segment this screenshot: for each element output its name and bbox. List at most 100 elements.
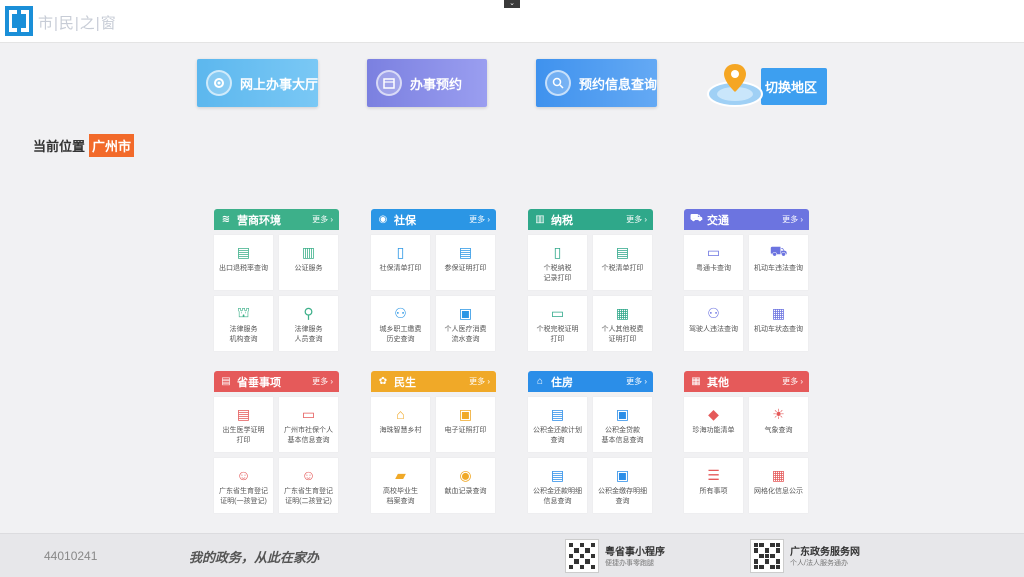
panel-grid: ▯ 社保清单打印 ▤ 参保证明打印 ⚇ 城乡职工缴费 历史查询 ▣ 个人医疗消费 流水查询	[371, 235, 496, 351]
service-tile[interactable]: ▤ 个税清单打印	[593, 235, 652, 290]
mini-program-qr-icon[interactable]	[565, 539, 599, 573]
logo-icon	[5, 6, 33, 36]
more-link[interactable]: 更多 ›	[626, 214, 647, 225]
service-tile[interactable]: ▣ 公积金缴存明细 查询	[593, 458, 652, 513]
collapse-toggle[interactable]: ⌄	[504, 0, 520, 8]
service-tile[interactable]: ☀ 气象查询	[749, 397, 808, 452]
more-link[interactable]: 更多 ›	[312, 214, 333, 225]
service-tile-label: 出口退税率查询	[219, 265, 268, 272]
service-tile[interactable]: ▯ 社保清单打印	[371, 235, 430, 290]
service-tile[interactable]: ▦ 机动车状态查询	[749, 296, 808, 351]
service-tile[interactable]: ⛟ 机动车违法查询	[749, 235, 808, 290]
service-tile[interactable]: ▭ 广州市社保个人 基本信息查询	[279, 397, 338, 452]
service-tile[interactable]: ☺ 广东省生育登记 证明(一孩登记)	[214, 458, 273, 513]
switch-area-label: 切换地区	[764, 80, 817, 95]
vehicle-icon: ⛟	[769, 242, 788, 259]
service-tile-label: 社保清单打印	[379, 265, 422, 272]
service-tile-label: 城乡职工缴费 历史查询	[379, 326, 422, 343]
document-icon: ▯	[553, 243, 562, 260]
baby-icon: ☺	[301, 467, 316, 483]
layers-icon: ≋	[221, 214, 231, 225]
more-link[interactable]: 更多 ›	[782, 376, 803, 387]
service-tile-label: 公积金缴存明细 查询	[598, 488, 647, 505]
panel-grid: ▤ 出口退税率查询 ▥ 公证服务 ⛫ 法律服务 机构查询 ⚲ 法律服务 人员查询	[214, 235, 339, 351]
appointment-button[interactable]: 办事预约	[367, 59, 487, 107]
blood-drop-icon: ◉	[459, 466, 472, 483]
id-card-icon: ▭	[301, 405, 316, 422]
e-license-icon: ▣	[458, 405, 473, 422]
service-tile[interactable]: ▯ 个税纳税 记录打印	[528, 235, 587, 290]
house-icon: ⌂	[536, 376, 544, 387]
social-security-icon: ◉	[378, 214, 388, 225]
service-tile-label: 参保证明打印	[444, 265, 487, 272]
service-tile[interactable]: ▤ 出生医学证明 打印	[214, 397, 273, 452]
service-tile[interactable]: ▣ 电子证照打印	[436, 397, 495, 452]
service-tile-label: 机动车违法查询	[754, 265, 803, 272]
panel-grid: ▯ 个税纳税 记录打印 ▤ 个税清单打印 ▭ 个税完税证明 打印 ▦ 个人其他税费 证明打印	[528, 235, 653, 351]
service-tile[interactable]: ⚲ 法律服务 人员查询	[279, 296, 338, 351]
service-tile[interactable]: ⚇ 城乡职工缴费 历史查询	[371, 296, 430, 351]
panel-header: ⌂ 住房 更多 ›	[528, 371, 653, 392]
service-tile[interactable]: ▣ 公积金贷款 基本信息查询	[593, 397, 652, 452]
service-tile[interactable]: ▤ 公积金还款明细 信息查询	[528, 458, 587, 513]
appointment-label: 办事预约	[410, 76, 463, 92]
document-list-icon: ▤	[221, 376, 231, 387]
service-tile[interactable]: ▦ 个人其他税费 证明打印	[593, 296, 652, 351]
service-tile[interactable]: ◉ 献血记录查询	[436, 458, 495, 513]
tax-certificate-icon: ▭	[550, 304, 565, 321]
panel-grid: ▭ 粤通卡查询 ⛟ 机动车违法查询 ⚇ 驾驶人违法查询 ▦ 机动车状态查询	[684, 235, 809, 351]
more-link[interactable]: 更多 ›	[782, 214, 803, 225]
panel-header: ⛟ 交通 更多 ›	[684, 209, 809, 230]
mini-program-title[interactable]: 粤省事小程序	[605, 543, 665, 558]
service-tile[interactable]: ◆ 珍海功能清单	[684, 397, 743, 452]
appointment-query-button[interactable]: 预约信息查询	[536, 59, 657, 107]
fund-deposit-icon: ▣	[615, 466, 630, 483]
current-city-badge[interactable]: 广州市	[89, 134, 135, 157]
service-tile[interactable]: ⚇ 驾驶人违法查询	[684, 296, 743, 351]
portal-qr-icon[interactable]	[750, 539, 784, 573]
service-tile[interactable]: ⛫ 法律服务 机构查询	[214, 296, 273, 351]
tax-search-icon: ▤	[236, 243, 251, 260]
list-doc-icon: ▤	[615, 243, 630, 260]
service-tile[interactable]: ⌂ 海珠智慧乡村	[371, 397, 430, 452]
portal-title[interactable]: 广东政务服务网	[790, 543, 860, 558]
driver-icon: ⚇	[707, 304, 720, 321]
grid-info-icon: ▦	[771, 466, 786, 483]
service-tile[interactable]: ☰ 所有事项	[684, 458, 743, 513]
users-icon: ⚇	[394, 304, 407, 321]
appointment-query-label: 预约信息查询	[579, 76, 658, 92]
service-tile[interactable]: ▭ 粤通卡查询	[684, 235, 743, 290]
car-icon: ⛟	[690, 213, 703, 224]
map-pin-icon	[707, 64, 763, 107]
service-tile-label: 出生医学证明 打印	[222, 427, 265, 444]
online-hall-button[interactable]: 网上办事大厅	[197, 59, 318, 107]
service-tile[interactable]: ☺ 广东省生育登记 证明(二孩登记)	[279, 458, 338, 513]
switch-area-button[interactable]: 切换地区	[761, 68, 827, 105]
baby-icon: ☺	[236, 467, 251, 483]
panel-grid: ▤ 公积金还款计划 查询 ▣ 公积金贷款 基本信息查询 ▤ 公积金还款明细 信息查询 ▣ 公积…	[528, 397, 653, 513]
panel-0: ≋ 营商环境 更多 › ▤ 出口退税率查询 ▥ 公证服务 ⛫ 法律服务 机构查询 ⚲ 法律服务 人员…	[214, 209, 339, 351]
service-tile[interactable]: ▣ 个人医疗消费 流水查询	[436, 296, 495, 351]
site-code: 44010241	[44, 549, 98, 563]
more-link[interactable]: 更多 ›	[626, 376, 647, 387]
service-tile[interactable]: ▭ 个税完税证明 打印	[528, 296, 587, 351]
service-tile[interactable]: ▥ 公证服务	[279, 235, 338, 290]
fund-plan-icon: ▤	[550, 405, 565, 422]
panel-4: ▤ 省垂事项 更多 › ▤ 出生医学证明 打印 ▭ 广州市社保个人 基本信息查询 ☺ 广东省生育…	[214, 371, 339, 513]
panel-header: ≋ 营商环境 更多 ›	[214, 209, 339, 230]
panel-title: 住房	[551, 376, 573, 389]
more-link[interactable]: 更多 ›	[469, 376, 490, 387]
service-tile[interactable]: ▤ 出口退税率查询	[214, 235, 273, 290]
service-tile-label: 个税完税证明 打印	[536, 326, 579, 343]
service-tile[interactable]: ▦ 网格化信息公示	[749, 458, 808, 513]
panel-header: ▤ 省垂事项 更多 ›	[214, 371, 339, 392]
service-tile[interactable]: ▤ 公积金还款计划 查询	[528, 397, 587, 452]
panel-grid: ▤ 出生医学证明 打印 ▭ 广州市社保个人 基本信息查询 ☺ 广东省生育登记 证明(一孩登…	[214, 397, 339, 513]
service-tile-label: 广州市社保个人 基本信息查询	[284, 427, 333, 444]
more-link[interactable]: 更多 ›	[469, 214, 490, 225]
more-link[interactable]: 更多 ›	[312, 376, 333, 387]
service-tile[interactable]: ▤ 参保证明打印	[436, 235, 495, 290]
service-tile-label: 个人其他税费 证明打印	[601, 326, 644, 343]
service-tile[interactable]: ▰ 高校毕业生 档案查询	[371, 458, 430, 513]
panel-title: 营商环境	[237, 214, 281, 227]
